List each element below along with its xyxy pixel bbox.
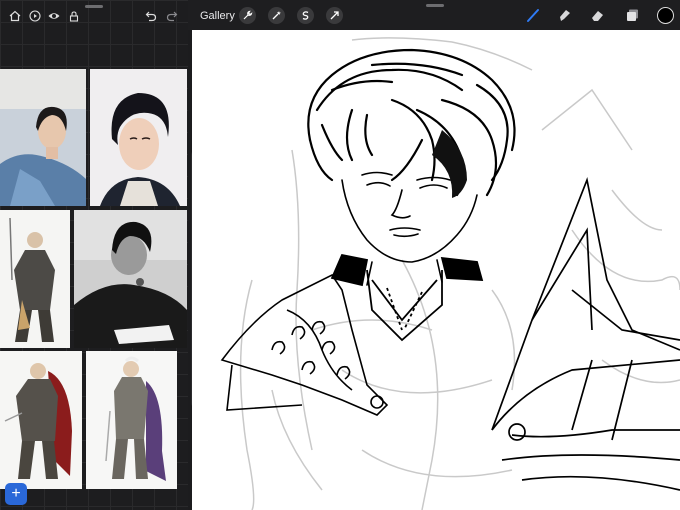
reference-image-1[interactable] [0,69,86,206]
reference-image-3[interactable] [0,210,70,348]
redo-icon[interactable] [166,10,178,22]
color-picker-button[interactable] [657,7,674,24]
reference-image-5[interactable] [0,351,82,489]
eraser-icon[interactable] [590,8,605,23]
reference-panel: + [0,0,188,510]
sketch-hair [307,48,516,197]
reference-image-6[interactable] [86,351,177,489]
reference-image-2[interactable] [90,69,187,206]
reference-image-4[interactable] [74,210,187,348]
selection-s-icon[interactable] [297,7,314,24]
add-reference-button[interactable]: + [5,483,27,505]
transform-arrow-icon[interactable] [326,7,343,24]
wrench-icon[interactable] [239,7,256,24]
toolbar-grab-handle [426,4,444,7]
reference-toolbar [0,0,188,32]
undo-icon[interactable] [145,10,157,22]
lock-icon[interactable] [68,10,80,22]
brush-icon[interactable] [526,8,541,23]
procreate-toolbar: Gallery [188,0,680,30]
home-icon[interactable] [9,10,21,22]
magic-wand-icon[interactable] [268,7,285,24]
gallery-button[interactable]: Gallery [200,10,235,22]
smudge-icon[interactable] [557,8,572,23]
sketch-hair-fill [432,130,467,198]
layers-icon[interactable] [625,8,640,23]
drawing-canvas[interactable] [192,30,680,510]
sketch-right-pauldron [491,176,680,491]
play-icon[interactable] [29,10,41,22]
sketch-left-pauldron [220,273,389,416]
eye-icon[interactable] [48,10,60,22]
